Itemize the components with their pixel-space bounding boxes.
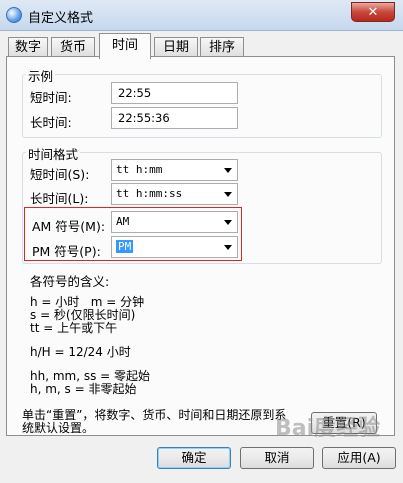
app-icon: [6, 7, 22, 23]
pm-symbol-select[interactable]: PM: [111, 236, 238, 258]
cancel-button[interactable]: 取消: [240, 447, 314, 469]
short-time-value: tt h:mm: [116, 163, 163, 176]
notes-line-3: tt = 上午或下午: [30, 321, 118, 335]
example-long-field: 22:55:36: [111, 107, 238, 129]
ok-button[interactable]: 确定: [157, 447, 231, 469]
example-long-label: 长时间:: [30, 115, 72, 130]
chevron-down-icon: [224, 168, 232, 173]
long-time-label: 长时间(L):: [30, 191, 89, 206]
example-short-field: 22:55: [111, 82, 238, 104]
am-symbol-label: AM 符号(M):: [32, 219, 106, 234]
pm-symbol-value: PM: [116, 240, 134, 253]
example-legend: 示例: [26, 66, 56, 85]
short-time-label: 短时间(S):: [30, 167, 90, 182]
tab-sort[interactable]: 排序: [200, 37, 244, 57]
long-time-value: tt h:mm:ss: [116, 187, 183, 200]
tab-date[interactable]: 日期: [154, 37, 198, 57]
tab-number[interactable]: 数字: [8, 37, 48, 57]
notes-heading: 各符号的含义:: [30, 274, 110, 289]
window-title: 自定义格式: [28, 11, 94, 26]
pm-symbol-label: PM 符号(P):: [32, 244, 101, 259]
am-symbol-value: AM: [116, 215, 130, 228]
notes-line-6: h, m, s = 非零起始: [30, 382, 137, 396]
am-symbol-select[interactable]: AM: [111, 211, 238, 233]
tab-time[interactable]: 时间: [99, 33, 151, 59]
short-time-select[interactable]: tt h:mm: [111, 159, 238, 181]
chevron-down-icon: [224, 220, 232, 225]
close-button[interactable]: ✕: [351, 2, 395, 22]
tab-currency[interactable]: 货币: [51, 37, 95, 57]
time-format-legend: 时间格式: [26, 144, 81, 163]
apply-button[interactable]: 应用(A): [322, 447, 396, 469]
reset-description-line-2: 统默认设置。: [22, 421, 95, 435]
long-time-select[interactable]: tt h:mm:ss: [111, 183, 238, 205]
chevron-down-icon: [224, 192, 232, 197]
notes-line-4: h/H = 12/24 小时: [30, 345, 131, 359]
chevron-down-icon: [224, 245, 232, 250]
watermark: Bai度经验: [275, 416, 381, 441]
example-short-label: 短时间:: [30, 90, 72, 105]
